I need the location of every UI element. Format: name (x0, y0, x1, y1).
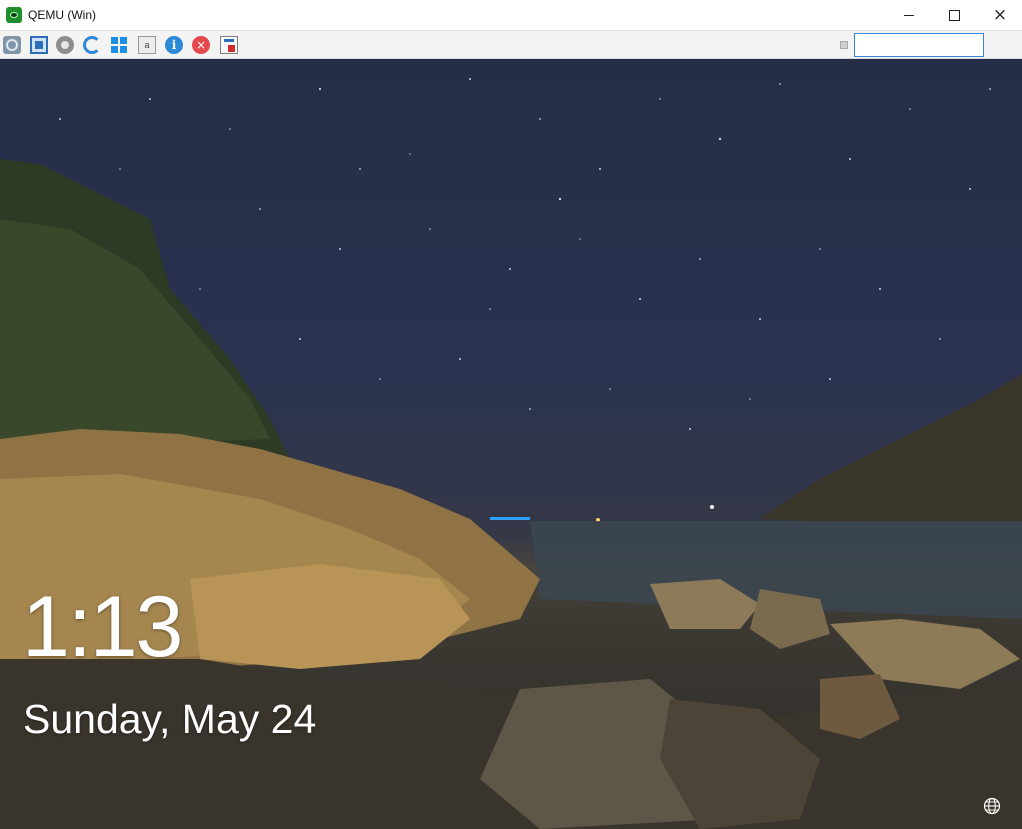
maximize-button[interactable] (931, 0, 977, 31)
close-icon: × (992, 5, 1008, 25)
fullscreen-icon[interactable] (30, 36, 48, 54)
stop-icon[interactable]: × (192, 36, 210, 54)
qemu-app-icon (6, 7, 22, 23)
toolbar-input[interactable] (854, 33, 984, 57)
guest-screen[interactable]: 1:13 Sunday, May 24 (0, 59, 1022, 829)
maximize-icon (948, 10, 960, 21)
title-bar: QEMU (Win) × (0, 0, 1022, 31)
settings-gear-icon[interactable] (56, 36, 74, 54)
lockscreen-date: Sunday, May 24 (23, 696, 317, 742)
info-icon[interactable]: i (165, 36, 183, 54)
save-snapshot-icon[interactable] (220, 36, 238, 54)
windows-logo-icon[interactable] (111, 37, 127, 53)
globe-network-icon[interactable] (983, 797, 1001, 815)
handle-icon[interactable] (840, 41, 848, 49)
refresh-icon[interactable] (83, 36, 101, 54)
minimize-button[interactable] (886, 0, 932, 31)
minimize-icon (904, 15, 914, 16)
window-title: QEMU (Win) (28, 8, 96, 22)
keyboard-icon[interactable]: a (138, 36, 156, 54)
close-button[interactable]: × (977, 0, 1022, 31)
lockscreen-time: 1:13 (22, 579, 183, 675)
network-icon[interactable] (3, 36, 21, 54)
